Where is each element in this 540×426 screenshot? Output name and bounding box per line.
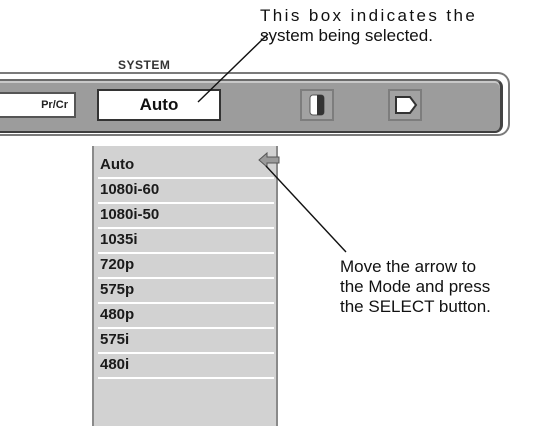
leader-lines: [197, 33, 347, 253]
leader-line-arrow: [265, 165, 347, 253]
leader-line-system: [197, 33, 269, 103]
